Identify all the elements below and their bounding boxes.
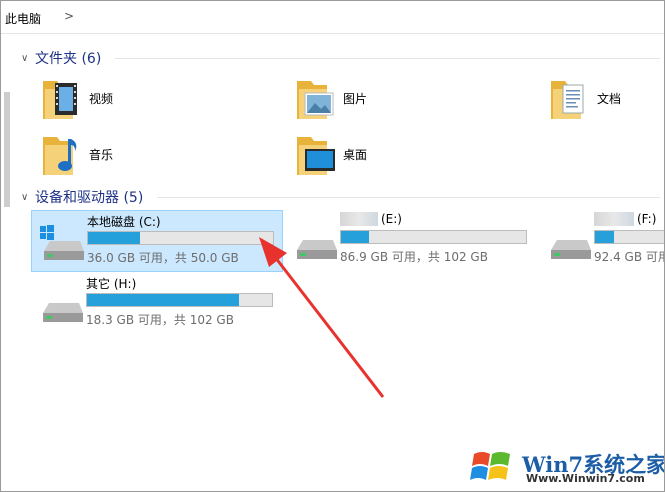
watermark-url: Www.Winwin7.com	[526, 472, 645, 485]
explorer-window: 此电脑 > ∨ 文件夹 (6) 视频 图片 文档 音乐 桌面 ∨ 设备和驱动器 …	[0, 0, 665, 492]
windows-logo-icon	[470, 452, 510, 480]
watermark: Win7系统之家 Www.Winwin7.com	[468, 446, 664, 488]
annotation-arrow-icon	[259, 237, 385, 398]
